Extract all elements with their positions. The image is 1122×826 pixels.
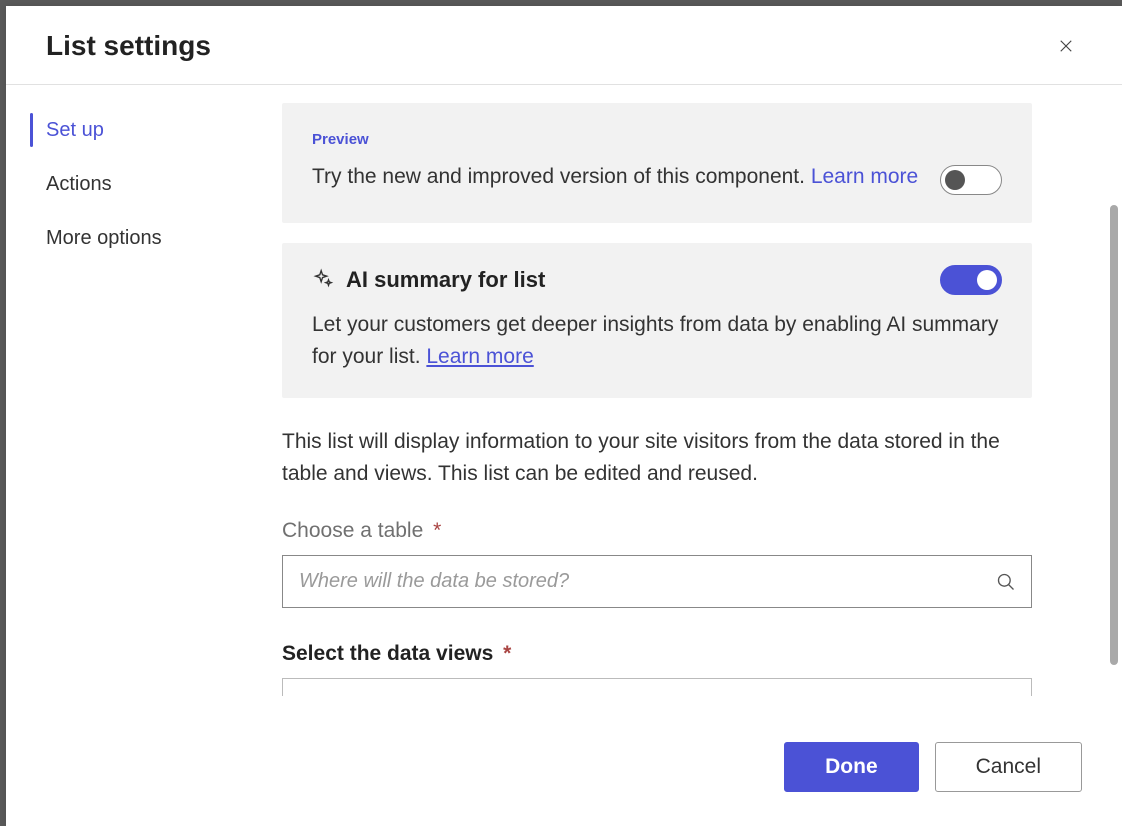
- sidebar-item-label: More options: [46, 227, 162, 249]
- select-views-label: Select the data views *: [282, 642, 1032, 666]
- content-area: Preview Try the new and improved version…: [254, 85, 1084, 826]
- ai-summary-card: AI summary for list Let your customers g…: [282, 243, 1032, 398]
- preview-toggle[interactable]: [940, 165, 1002, 195]
- close-button[interactable]: [1050, 30, 1082, 62]
- ai-summary-title: AI summary for list: [346, 267, 545, 293]
- scrollbar[interactable]: [1110, 205, 1118, 665]
- sidebar-item-actions[interactable]: Actions: [6, 157, 254, 211]
- modal-footer: Done Cancel: [6, 720, 1122, 826]
- select-views-box[interactable]: [282, 678, 1032, 696]
- required-star: *: [503, 642, 511, 665]
- choose-table-input-wrap: [282, 555, 1032, 608]
- preview-description: Try the new and improved version of this…: [312, 162, 920, 191]
- ai-learn-more-link[interactable]: Learn more: [426, 345, 533, 368]
- preview-learn-more-link[interactable]: Learn more: [811, 165, 918, 188]
- choose-table-input[interactable]: [282, 555, 1032, 608]
- sparkle-icon: [312, 267, 334, 294]
- preview-card: Preview Try the new and improved version…: [282, 103, 1032, 223]
- ai-summary-description: Let your customers get deeper insights f…: [312, 309, 1002, 372]
- sidebar-item-label: Actions: [46, 173, 112, 195]
- cancel-button[interactable]: Cancel: [935, 742, 1082, 792]
- modal-header: List settings: [6, 6, 1122, 85]
- required-star: *: [433, 519, 441, 542]
- ai-summary-toggle[interactable]: [940, 265, 1002, 295]
- search-icon: [996, 572, 1016, 592]
- modal-title: List settings: [46, 30, 211, 62]
- toggle-knob: [945, 170, 965, 190]
- toggle-knob: [977, 270, 997, 290]
- close-icon: [1057, 37, 1075, 55]
- choose-table-label: Choose a table *: [282, 519, 1032, 543]
- done-button[interactable]: Done: [784, 742, 919, 792]
- list-settings-modal: List settings Set up Actions More option…: [6, 6, 1122, 826]
- sidebar: Set up Actions More options: [6, 85, 254, 826]
- sidebar-item-label: Set up: [46, 119, 104, 141]
- sidebar-item-more-options[interactable]: More options: [6, 211, 254, 265]
- preview-badge: Preview: [312, 131, 920, 148]
- list-description: This list will display information to yo…: [282, 426, 1032, 489]
- modal-body: Set up Actions More options Preview Try …: [6, 85, 1122, 826]
- sidebar-item-set-up[interactable]: Set up: [6, 103, 254, 157]
